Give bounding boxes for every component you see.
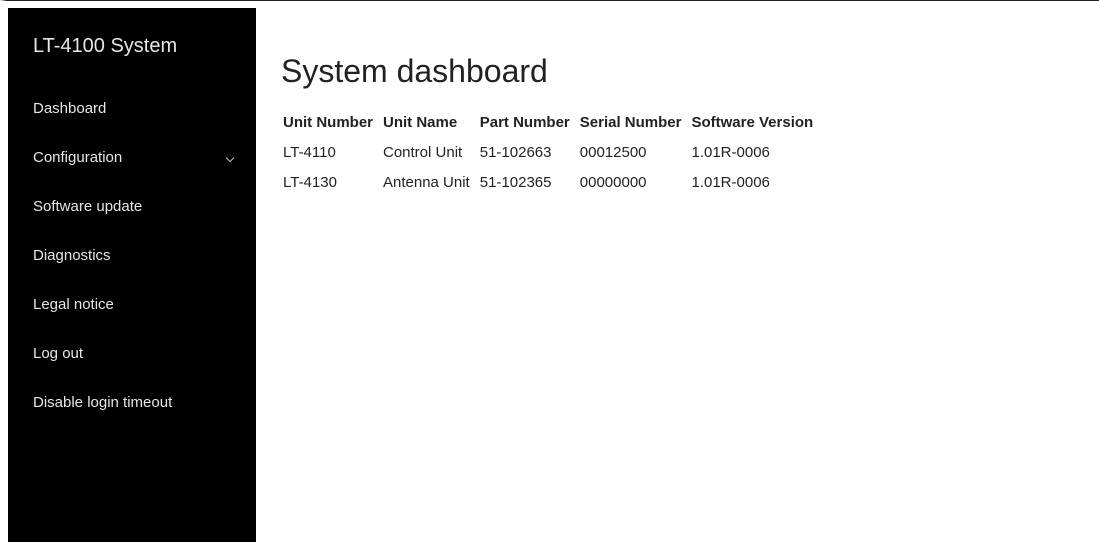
table-header-row: Unit Number Unit Name Part Number Serial…: [283, 110, 823, 138]
sidebar-item-label: Diagnostics: [33, 247, 111, 264]
cell-serial-number: 00000000: [579, 174, 647, 191]
sidebar-item-log-out[interactable]: Log out: [8, 339, 256, 388]
cell-serial-number: 00012500: [579, 144, 647, 161]
sidebar-item-disable-login-timeout[interactable]: Disable login timeout: [8, 388, 256, 437]
column-header-unit-number: Unit Number: [283, 114, 373, 131]
sidebar-item-configuration[interactable]: Configuration: [8, 143, 256, 192]
sidebar-item-diagnostics[interactable]: Diagnostics: [8, 241, 256, 290]
cell-unit-number: LT-4110: [283, 144, 336, 161]
app-title: LT-4100 System: [33, 35, 178, 57]
column-header-software-version: Software Version: [691, 114, 814, 131]
sidebar-item-label: Configuration: [33, 149, 123, 166]
sidebar-item-legal-notice[interactable]: Legal notice: [8, 290, 256, 339]
table-row: LT-4130 Antenna Unit 51-102365 00000000 …: [283, 168, 823, 198]
main-content: System dashboard Unit Number Unit Name P…: [256, 1, 1099, 542]
chevron-down-icon: [225, 153, 235, 163]
units-table: Unit Number Unit Name Part Number Serial…: [283, 110, 823, 198]
sidebar-item-dashboard[interactable]: Dashboard: [8, 94, 256, 143]
page-title: System dashboard: [281, 53, 548, 89]
table-row: LT-4110 Control Unit 51-102663 00012500 …: [283, 138, 823, 168]
cell-part-number: 51-102365: [479, 174, 552, 191]
cell-unit-name: Antenna Unit: [383, 174, 470, 191]
sidebar-item-label: Log out: [33, 345, 84, 362]
column-header-serial-number: Serial Number: [579, 114, 682, 131]
column-header-part-number: Part Number: [479, 114, 570, 131]
sidebar-nav: Dashboard Configuration Software update …: [8, 94, 256, 437]
column-header-unit-name: Unit Name: [383, 114, 458, 131]
cell-software-version: 1.01R-0006: [691, 144, 770, 161]
cell-software-version: 1.01R-0006: [691, 174, 770, 191]
cell-unit-name: Control Unit: [383, 144, 463, 161]
cell-unit-number: LT-4130: [283, 174, 337, 191]
sidebar-item-label: Legal notice: [33, 296, 114, 313]
sidebar-item-label: Dashboard: [33, 100, 107, 117]
sidebar-item-label: Software update: [33, 198, 143, 215]
sidebar-item-label: Disable login timeout: [33, 394, 173, 411]
sidebar-item-software-update[interactable]: Software update: [8, 192, 256, 241]
cell-part-number: 51-102663: [479, 144, 552, 161]
sidebar: LT-4100 System Dashboard Configuration S…: [8, 8, 256, 542]
